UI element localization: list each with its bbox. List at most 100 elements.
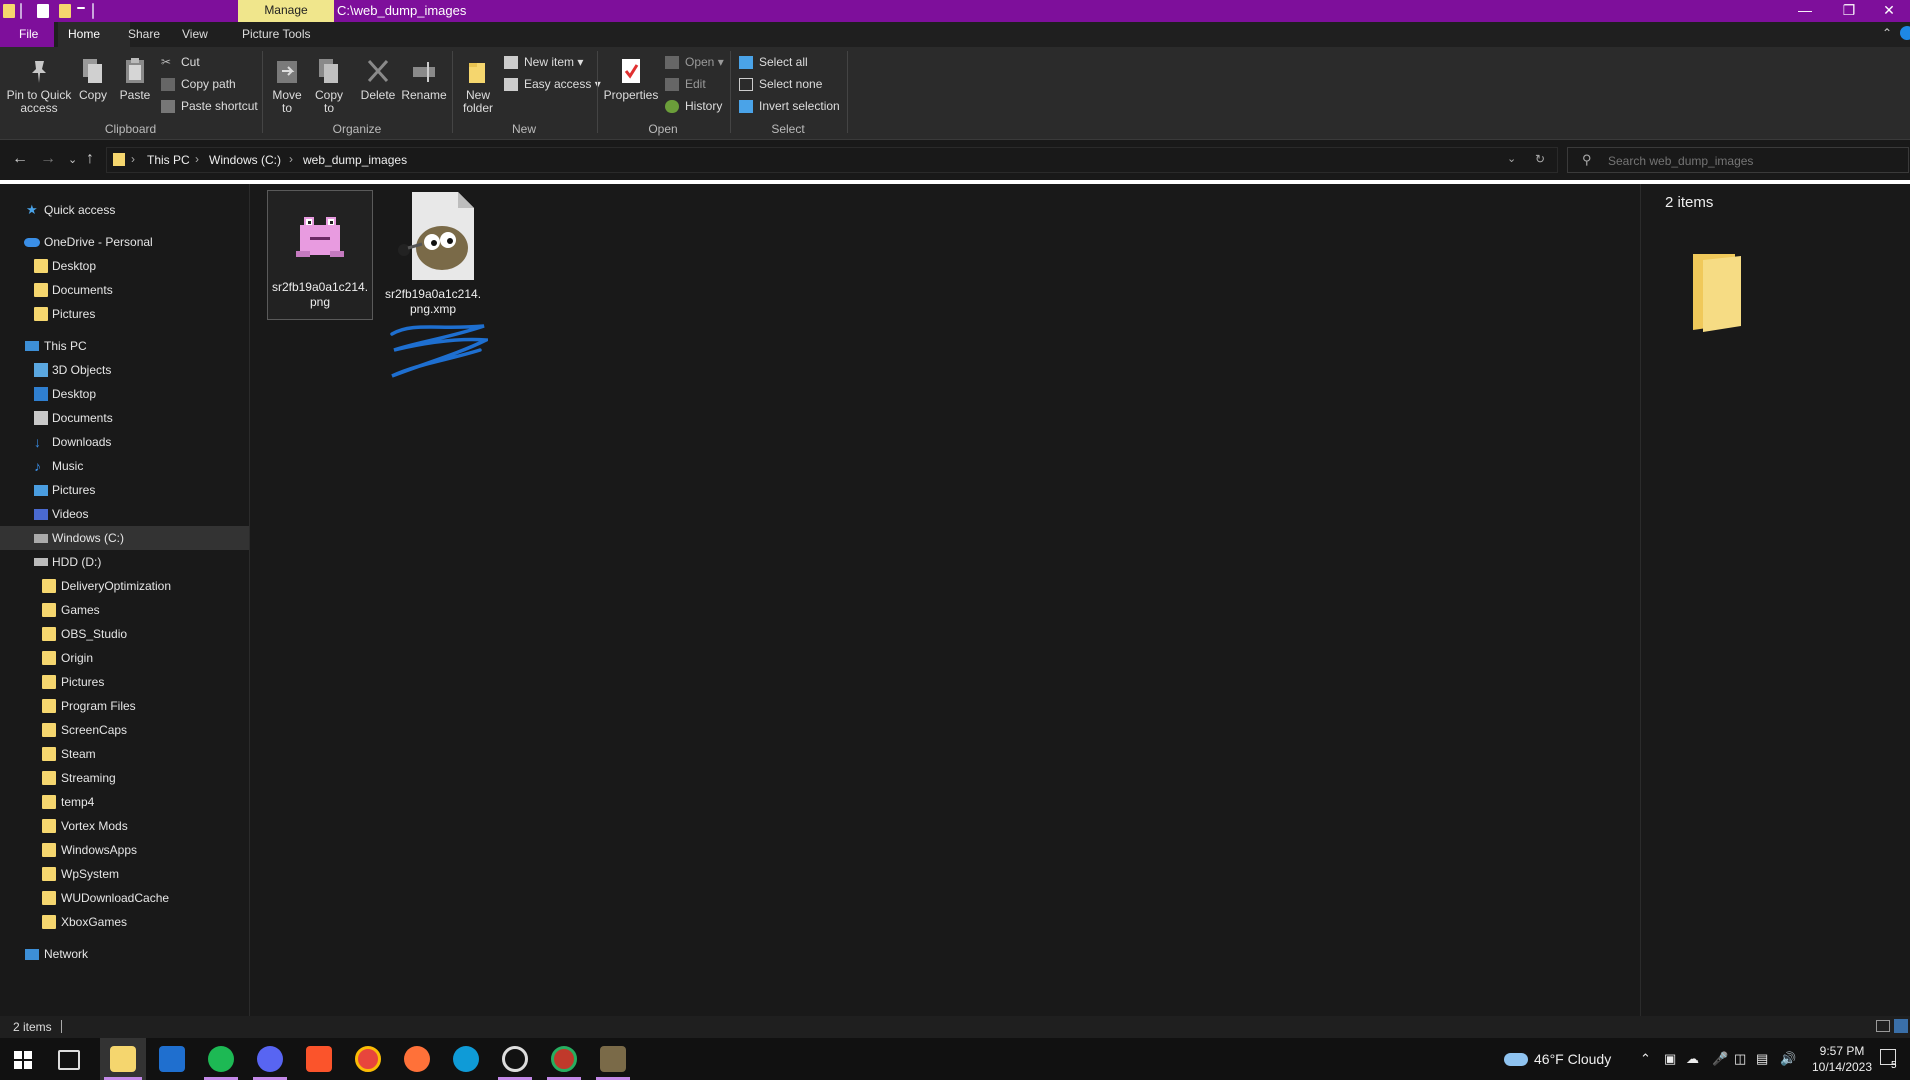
address-dropdown-icon[interactable]: ⌄ xyxy=(1507,152,1516,165)
tab-file[interactable]: File xyxy=(0,22,54,47)
tab-share[interactable]: Share xyxy=(118,22,170,47)
manage-context-tab[interactable]: Manage xyxy=(238,0,334,22)
crumb-this-pc[interactable]: This PC xyxy=(147,153,190,167)
crumb-chevron-icon[interactable]: › xyxy=(131,152,135,166)
copy-path-button[interactable]: Copy path xyxy=(161,75,236,93)
nav-hdd-folder[interactable]: WpSystem xyxy=(0,862,249,886)
network-tray-icon[interactable]: ▤ xyxy=(1756,1051,1768,1067)
crumb-chevron-icon[interactable]: › xyxy=(195,152,199,166)
file-explorer-icon[interactable] xyxy=(110,1046,136,1072)
close-button[interactable]: ✕ xyxy=(1866,0,1910,22)
nav-onedrive-pictures[interactable]: Pictures xyxy=(0,302,249,326)
steelseries-icon[interactable] xyxy=(502,1046,528,1072)
edit-button[interactable]: Edit xyxy=(665,75,706,93)
new-folder-button[interactable]: New folder xyxy=(458,57,498,115)
davinci-resolve-icon[interactable] xyxy=(551,1046,577,1072)
nav-quick-access[interactable]: ★ Quick access xyxy=(0,198,249,222)
nav-onedrive-desktop[interactable]: Desktop xyxy=(0,254,249,278)
paste-button[interactable]: Paste xyxy=(118,57,152,102)
nav-hdd-folder[interactable]: Pictures xyxy=(0,670,249,694)
invert-selection-button[interactable]: Invert selection xyxy=(739,97,840,115)
windows-start-icon[interactable] xyxy=(14,1051,32,1069)
nav-hdd-folder[interactable]: temp4 xyxy=(0,790,249,814)
history-button[interactable]: History xyxy=(665,97,722,115)
file-list[interactable]: sr2fb19a0a1c214. png sr2fb19a0a1c214. pn… xyxy=(250,184,1640,1016)
nav-videos[interactable]: Videos xyxy=(0,502,249,526)
file-item[interactable]: sr2fb19a0a1c214. png.xmp xyxy=(381,190,485,318)
nav-hdd-folder[interactable]: WUDownloadCache xyxy=(0,886,249,910)
weather-text[interactable]: 46°F Cloudy xyxy=(1534,1051,1611,1067)
crumb-windows-c[interactable]: Windows (C:) xyxy=(209,153,281,167)
nav-hdd-folder[interactable]: Games xyxy=(0,598,249,622)
onedrive-tray-icon[interactable]: ☁ xyxy=(1686,1051,1699,1067)
tray-app-icon[interactable]: ▣ xyxy=(1664,1051,1676,1067)
discord-icon[interactable] xyxy=(257,1046,283,1072)
nav-onedrive-documents[interactable]: Documents xyxy=(0,278,249,302)
nav-hdd-folder[interactable]: XboxGames xyxy=(0,910,249,934)
nav-onedrive[interactable]: OneDrive - Personal xyxy=(0,230,249,254)
tray-monitor-icon[interactable]: ◫ xyxy=(1734,1051,1746,1067)
nav-music[interactable]: ♪ Music xyxy=(0,454,249,478)
qat-customize-icon[interactable] xyxy=(77,7,85,9)
rename-button[interactable]: Rename xyxy=(401,57,447,102)
nav-hdd-folder[interactable]: ScreenCaps xyxy=(0,718,249,742)
new-item-button[interactable]: New item ▾ xyxy=(504,53,583,71)
details-view-icon[interactable] xyxy=(1876,1020,1890,1032)
chrome-icon[interactable] xyxy=(355,1046,381,1072)
clock[interactable]: 9:57 PM 10/14/2023 xyxy=(1810,1043,1874,1075)
nav-documents[interactable]: Documents xyxy=(0,406,249,430)
move-to-button[interactable]: Move to xyxy=(268,57,306,115)
microphone-icon[interactable]: 🎤 xyxy=(1712,1051,1728,1067)
task-view-icon[interactable] xyxy=(58,1050,80,1070)
properties-button[interactable]: Properties xyxy=(603,57,659,102)
volume-icon[interactable]: 🔊 xyxy=(1780,1051,1796,1067)
select-all-button[interactable]: Select all xyxy=(739,53,808,71)
copy-button[interactable]: Copy xyxy=(76,57,110,102)
paste-shortcut-button[interactable]: Paste shortcut xyxy=(161,97,258,115)
nav-windows-c[interactable]: Windows (C:) xyxy=(0,526,249,550)
nav-3d-objects[interactable]: 3D Objects xyxy=(0,358,249,382)
brave-icon[interactable] xyxy=(306,1046,332,1072)
collapse-ribbon-icon[interactable]: ⌃ xyxy=(1882,26,1892,40)
file-item[interactable]: sr2fb19a0a1c214. png xyxy=(267,190,373,320)
properties-qat-icon[interactable] xyxy=(37,4,49,18)
select-none-button[interactable]: Select none xyxy=(739,75,822,93)
nav-hdd-d[interactable]: HDD (D:) xyxy=(0,550,249,574)
outlook-icon[interactable] xyxy=(159,1046,185,1072)
delete-button[interactable]: Delete xyxy=(358,57,398,102)
show-hidden-icons-chevron-icon[interactable]: ⌃ xyxy=(1640,1051,1651,1067)
search-input[interactable] xyxy=(1606,151,1900,171)
nav-network[interactable]: Network xyxy=(0,942,249,966)
tab-view[interactable]: View xyxy=(172,22,218,47)
nav-hdd-folder[interactable]: OBS_Studio xyxy=(0,622,249,646)
up-arrow-icon[interactable]: ↑ xyxy=(86,150,94,168)
nav-hdd-folder[interactable]: Program Files xyxy=(0,694,249,718)
minimize-button[interactable]: — xyxy=(1782,0,1828,22)
forward-arrow-icon[interactable]: → xyxy=(40,150,56,168)
address-box[interactable]: › This PC › Windows (C:) › web_dump_imag… xyxy=(106,147,1558,173)
nav-this-pc[interactable]: This PC xyxy=(0,334,249,358)
open-button[interactable]: Open ▾ xyxy=(665,53,724,71)
crumb-web-dump-images[interactable]: web_dump_images xyxy=(303,153,407,167)
back-arrow-icon[interactable]: ← xyxy=(12,150,28,168)
help-icon[interactable] xyxy=(1900,26,1910,40)
new-folder-qat-icon[interactable] xyxy=(59,4,71,18)
nav-hdd-folder[interactable]: Streaming xyxy=(0,766,249,790)
nav-desktop[interactable]: Desktop xyxy=(0,382,249,406)
nav-hdd-folder[interactable]: Steam xyxy=(0,742,249,766)
copy-to-button[interactable]: Copy to xyxy=(310,57,348,115)
nav-downloads[interactable]: ↓ Downloads xyxy=(0,430,249,454)
nav-hdd-folder[interactable]: WindowsApps xyxy=(0,838,249,862)
nav-pictures[interactable]: Pictures xyxy=(0,478,249,502)
crumb-chevron-icon[interactable]: › xyxy=(289,152,293,166)
search-box[interactable]: ⚲ xyxy=(1567,147,1909,173)
recent-chevron-icon[interactable]: ⌄ xyxy=(68,153,77,166)
easy-access-button[interactable]: Easy access ▾ xyxy=(504,75,601,93)
pin-quick-access-button[interactable]: Pin to Quick access xyxy=(4,57,74,115)
refresh-icon[interactable]: ↻ xyxy=(1535,152,1545,166)
tab-picture-tools[interactable]: Picture Tools xyxy=(232,22,320,47)
spotify-icon[interactable] xyxy=(208,1046,234,1072)
edge-icon[interactable] xyxy=(453,1046,479,1072)
firefox-icon[interactable] xyxy=(404,1046,430,1072)
cut-button[interactable]: ✂ Cut xyxy=(161,53,200,71)
